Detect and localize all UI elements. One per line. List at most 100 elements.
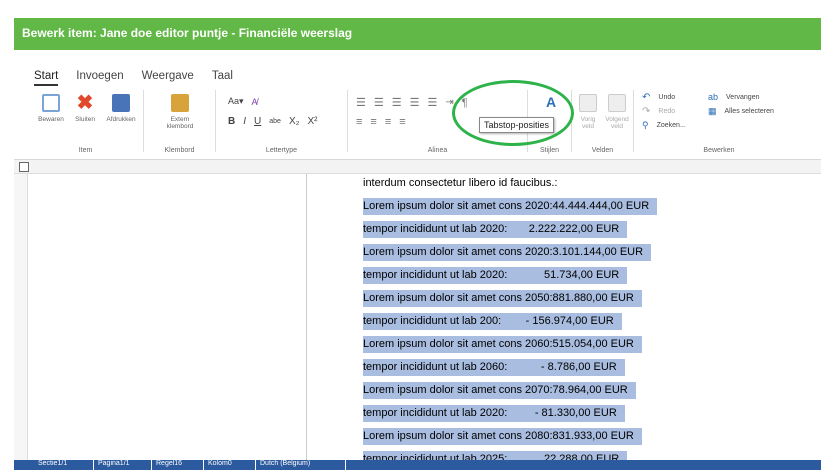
status-column: Kolom0 [204,460,256,470]
document-line[interactable]: Lorem ipsum dolor sit amet cons 2070:78.… [363,382,636,399]
ribbon-tabs: Start Invoegen Weergave Taal [34,70,233,86]
list-buttons-row: ☰ ☰ ☰ ☰ ☰ ⇥ ¶ [356,96,468,110]
group-stijlen-label: Stijlen [539,147,560,154]
search-icon: ⚲ [642,120,649,130]
print-button[interactable]: Afdrukken [104,94,138,123]
external-clipboard-button[interactable]: Extern klembord [158,94,202,130]
superscript-button[interactable]: X² [308,116,318,127]
italic-button[interactable]: I [243,116,246,127]
multilevel-list-icon[interactable]: ☰ [392,96,402,109]
tab-invoegen[interactable]: Invoegen [76,70,123,86]
font-style-row: B I U abe X₂ X² [228,116,318,127]
group-velden-label: Velden [591,147,614,154]
bold-button[interactable]: B [228,116,235,127]
group-alinea-label: Alinea [427,147,448,154]
align-center-icon[interactable]: ≡ [370,116,376,128]
group-velden: Vorig veld Volgend veld Velden [572,90,634,154]
redo-button[interactable]: ↷ Redo [642,106,675,117]
underline-button[interactable]: U [254,116,261,127]
search-button[interactable]: ⚲ Zoeken... [642,120,686,131]
document-line[interactable]: Lorem ipsum dolor sit amet cons 2060:515… [363,336,642,353]
undo-icon: ↶ [642,92,651,103]
previous-field-button[interactable]: Vorig veld [574,94,602,130]
document-line[interactable]: tempor incididunt ut lab 2020: 51.734,00… [363,267,628,284]
select-all-label: Alles selecteren [724,108,774,115]
horizontal-ruler[interactable] [14,160,821,174]
replace-icon: ab [708,92,719,102]
increase-indent-icon[interactable]: ☰ [428,96,438,109]
previous-field-label: Vorig veld [580,116,596,130]
font-size-row: Aa▾ A̸ [228,96,258,107]
next-field-label: Volgend veld [605,116,629,130]
select-all-button[interactable]: ▦ Alles selecteren [708,106,774,117]
clipboard-icon [171,94,189,112]
document-line[interactable]: tempor incididunt ut lab 200: - 156.974,… [363,313,622,330]
select-all-icon: ▦ [708,106,717,116]
print-label: Afdrukken [106,116,136,123]
document-line[interactable]: tempor incididunt ut lab 2020: 2.222.222… [363,221,628,238]
redo-label: Redo [658,108,676,115]
group-lettertype-label: Lettertype [265,147,298,154]
align-left-icon[interactable]: ≡ [356,116,362,128]
document-page[interactable]: interdum consectetur libero id faucibus.… [306,174,821,468]
group-item: Bewaren ✖ Sluiten Afdrukken Item [28,90,144,154]
status-language: Dutch (Belgium) [256,460,346,470]
group-klembord-label: Klembord [164,147,195,154]
group-bewerken: ↶ Undo ↷ Redo ⚲ Zoeken... ab Vervangen ▦ [634,90,804,154]
group-item-label: Item [78,147,93,154]
ribbon: Start Invoegen Weergave Taal Bewaren ✖ S… [14,50,821,160]
vertical-ruler [14,174,28,460]
replace-label: Vervangen [726,93,760,101]
status-line: Regel16 [152,460,204,470]
search-label: Zoeken... [656,122,686,129]
undo-label: Undo [658,94,676,101]
ribbon-groups: Bewaren ✖ Sluiten Afdrukken Item Extern … [28,90,821,154]
previous-field-icon [579,94,597,112]
highlight-circle [452,80,574,146]
clear-format-icon[interactable]: A̸ [252,97,258,107]
app-window: Bewerk item: Jane doe editor puntje - Fi… [0,0,821,470]
document-line[interactable]: tempor incididunt ut lab 2020: - 81.330,… [363,405,625,422]
document-line[interactable]: tempor incididunt ut lab 2060: - 8.786,0… [363,359,625,376]
save-icon [42,94,60,112]
external-clipboard-label: Extern klembord [166,116,194,130]
save-button[interactable]: Bewaren [34,94,68,123]
bullet-list-icon[interactable]: ☰ [356,96,366,109]
document-line[interactable]: Lorem ipsum dolor sit amet cons 2020:3.1… [363,244,652,261]
save-label: Bewaren [38,116,64,123]
close-button[interactable]: ✖ Sluiten [68,92,102,123]
numbered-list-icon[interactable]: ☰ [374,96,384,109]
group-klembord: Extern klembord Klembord [144,90,216,154]
window-title: Bewerk item: Jane doe editor puntje - Fi… [22,26,353,40]
align-right-icon[interactable]: ≡ [385,116,391,128]
next-field-icon [608,94,626,112]
font-size-dropdown[interactable]: Aa▾ [228,96,244,107]
document-line[interactable]: Lorem ipsum dolor sit amet cons 2050:881… [363,290,642,307]
status-section: Sectie1/1 [34,460,94,470]
tab-weergave[interactable]: Weergave [142,70,194,86]
justify-icon[interactable]: ≡ [399,116,405,128]
strikethrough-button[interactable]: abe [269,118,281,125]
next-field-button[interactable]: Volgend veld [603,94,631,130]
tab-start[interactable]: Start [34,70,59,86]
document-line[interactable]: interdum consectetur libero id faucibus.… [363,175,557,192]
undo-button[interactable]: ↶ Undo [642,92,675,103]
group-bewerken-label: Bewerken [703,147,735,154]
group-lettertype: Aa▾ A̸ B I U abe X₂ X² Lettertype [216,90,348,154]
document-area: interdum consectetur libero id faucibus.… [14,160,821,468]
printer-icon [112,94,130,112]
align-buttons-row: ≡ ≡ ≡ ≡ [356,116,406,128]
redo-icon: ↷ [642,106,651,117]
status-page: Pagina1/1 [94,460,152,470]
subscript-button[interactable]: X₂ [289,116,300,127]
replace-button[interactable]: ab Vervangen [708,92,760,102]
close-icon: ✖ [76,92,94,114]
tab-taal[interactable]: Taal [212,70,233,86]
document-line[interactable]: Lorem ipsum dolor sit amet cons 2080:831… [363,428,642,445]
tab-selector[interactable] [19,162,29,172]
document-line[interactable]: Lorem ipsum dolor sit amet cons 2020:44.… [363,198,658,215]
status-bar: Sectie1/1 Pagina1/1 Regel16 Kolom0 Dutch… [14,460,821,470]
decrease-indent-icon[interactable]: ☰ [410,96,420,109]
close-label: Sluiten [75,116,95,123]
window-titlebar: Bewerk item: Jane doe editor puntje - Fi… [14,18,821,50]
